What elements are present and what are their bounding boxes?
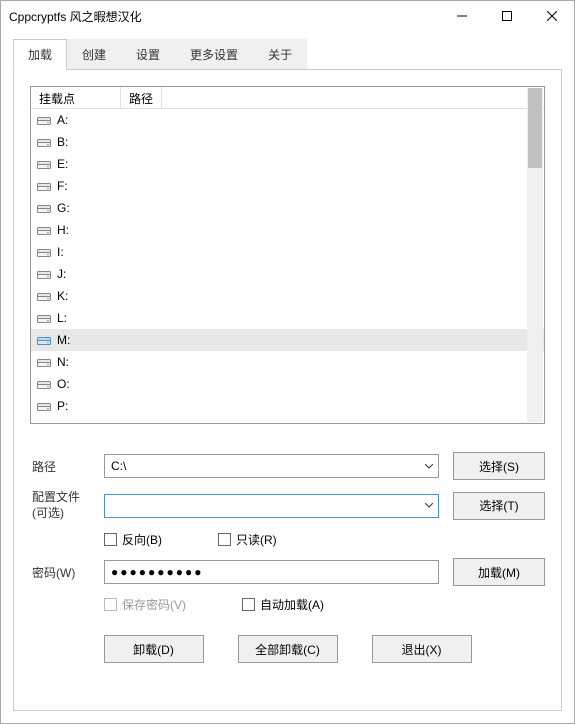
drive-icon <box>37 379 51 390</box>
header-mount[interactable]: 挂载点 <box>31 87 121 108</box>
list-item[interactable]: I: <box>31 241 544 263</box>
drive-letter: J: <box>57 267 66 281</box>
list-body[interactable]: A: B: E: F: G: H: I: J: K: L: M: N: O: P: <box>31 109 544 423</box>
drive-letter: K: <box>57 289 68 303</box>
mount-list: 挂载点 路径 A: B: E: F: G: H: I: J: K: L: M: N: O: P: <box>30 86 545 424</box>
drive-letter: A: <box>57 113 68 127</box>
tab-2[interactable]: 设置 <box>121 39 175 70</box>
list-item[interactable]: G: <box>31 197 544 219</box>
window-title: Cppcryptfs 风之暇想汉化 <box>9 8 439 25</box>
drive-icon <box>37 115 51 126</box>
tab-1[interactable]: 创建 <box>67 39 121 70</box>
drive-icon <box>37 291 51 302</box>
drive-icon <box>37 269 51 280</box>
drive-icon <box>37 357 51 368</box>
auto-mount-checkbox[interactable]: 自动加载(A) <box>242 596 324 613</box>
bottom-buttons: 卸载(D) 全部卸载(C) 退出(X) <box>30 635 545 663</box>
header-path[interactable]: 路径 <box>121 87 162 108</box>
password-label: 密码(W) <box>30 564 104 581</box>
drive-letter: P: <box>57 399 68 413</box>
drive-letter: H: <box>57 223 69 237</box>
path-label: 路径 <box>30 458 104 475</box>
drive-letter: M: <box>57 333 70 347</box>
form: 路径 C:\ 选择(S) 配置文件 (可选) <box>30 452 545 663</box>
drive-icon <box>37 181 51 192</box>
exit-button[interactable]: 退出(X) <box>372 635 472 663</box>
path-combo[interactable]: C:\ <box>104 454 439 478</box>
reverse-checkbox[interactable]: 反向(B) <box>104 531 162 548</box>
tab-3[interactable]: 更多设置 <box>175 39 253 70</box>
drive-icon <box>37 159 51 170</box>
drive-icon <box>37 313 51 324</box>
checkbox-icon <box>218 533 231 546</box>
chevron-down-icon <box>420 464 438 469</box>
drive-icon <box>37 401 51 412</box>
list-item[interactable]: O: <box>31 373 544 395</box>
window-controls <box>439 1 574 31</box>
drive-letter: O: <box>57 377 70 391</box>
drive-letter: L: <box>57 311 67 325</box>
drive-letter: N: <box>57 355 69 369</box>
scrollbar-thumb[interactable] <box>528 88 542 168</box>
drive-letter: F: <box>57 179 68 193</box>
list-item[interactable]: J: <box>31 263 544 285</box>
list-item[interactable]: M: <box>31 329 544 351</box>
select-path-button[interactable]: 选择(S) <box>453 452 545 480</box>
checkbox-icon <box>242 598 255 611</box>
list-item[interactable]: L: <box>31 307 544 329</box>
checkbox-icon <box>104 533 117 546</box>
drive-letter: B: <box>57 135 68 149</box>
drive-letter: E: <box>57 157 68 171</box>
tab-content: 挂载点 路径 A: B: E: F: G: H: I: J: K: L: M: N: O: P: 路径 C… <box>13 69 562 711</box>
list-item[interactable]: K: <box>31 285 544 307</box>
drive-icon <box>37 137 51 148</box>
minimize-button[interactable] <box>439 1 484 31</box>
list-item[interactable]: B: <box>31 131 544 153</box>
titlebar: Cppcryptfs 风之暇想汉化 <box>1 1 574 31</box>
drive-icon <box>37 247 51 258</box>
readonly-checkbox[interactable]: 只读(R) <box>218 531 277 548</box>
close-button[interactable] <box>529 1 574 31</box>
drive-icon <box>37 225 51 236</box>
password-input[interactable]: ●●●●●●●●●● <box>104 560 439 584</box>
maximize-button[interactable] <box>484 1 529 31</box>
drive-letter: G: <box>57 201 70 215</box>
unmount-button[interactable]: 卸载(D) <box>104 635 204 663</box>
unmount-all-button[interactable]: 全部卸载(C) <box>238 635 338 663</box>
list-item[interactable]: P: <box>31 395 544 417</box>
list-header: 挂载点 路径 <box>31 87 544 109</box>
chevron-down-icon <box>420 503 438 508</box>
config-combo[interactable] <box>104 494 439 518</box>
list-item[interactable]: H: <box>31 219 544 241</box>
mount-button[interactable]: 加载(M) <box>453 558 545 586</box>
tab-0[interactable]: 加载 <box>13 39 67 70</box>
tab-4[interactable]: 关于 <box>253 39 307 70</box>
drive-letter: I: <box>57 245 64 259</box>
drive-icon <box>37 335 51 346</box>
path-value: C:\ <box>105 459 420 473</box>
save-password-checkbox: 保存密码(V) <box>104 596 186 613</box>
list-item[interactable]: E: <box>31 153 544 175</box>
checkbox-icon <box>104 598 117 611</box>
scrollbar[interactable] <box>527 88 543 422</box>
config-label: 配置文件 (可选) <box>30 490 104 521</box>
tab-bar: 加载创建设置更多设置关于 <box>1 31 574 70</box>
select-config-button[interactable]: 选择(T) <box>453 492 545 520</box>
list-item[interactable]: N: <box>31 351 544 373</box>
list-item[interactable]: F: <box>31 175 544 197</box>
list-item[interactable]: A: <box>31 109 544 131</box>
drive-icon <box>37 203 51 214</box>
